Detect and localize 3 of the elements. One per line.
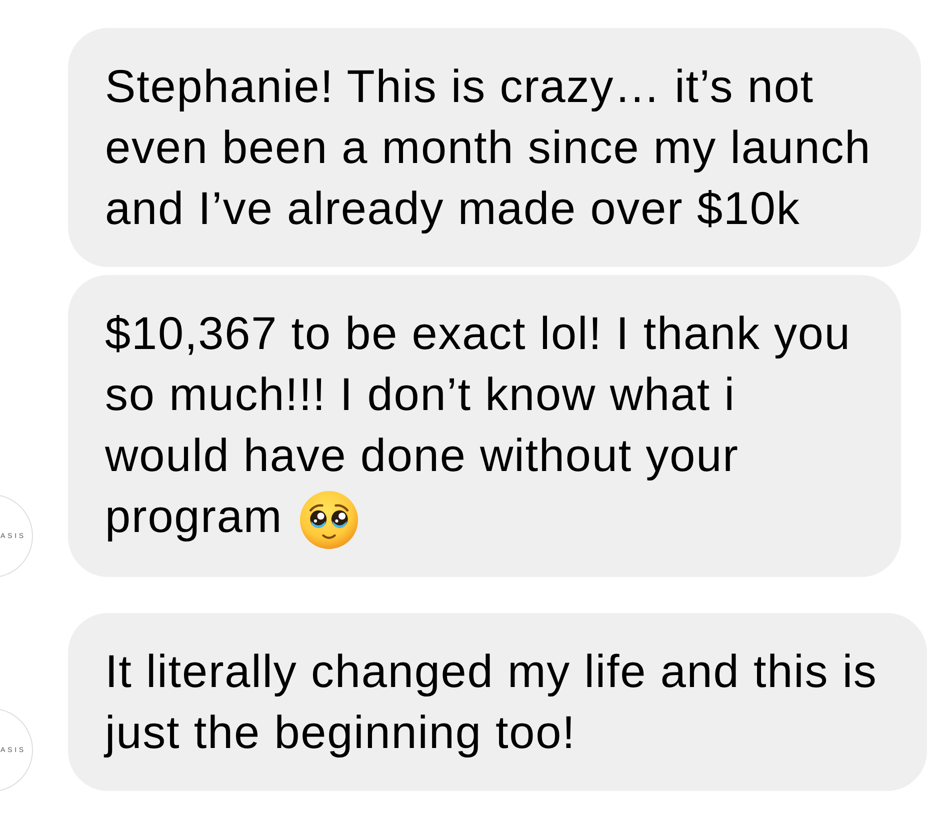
message-text: It literally changed my life and this is just the beginning too! bbox=[105, 645, 878, 758]
message-text: $10,367 to be exact lol! I thank you so much!!! I don’t know what i would have done without your program bbox=[105, 307, 851, 542]
message-text: Stephanie! This is crazy… it’s not even been a month since my launch and I’ve already made over $10k bbox=[105, 60, 872, 234]
